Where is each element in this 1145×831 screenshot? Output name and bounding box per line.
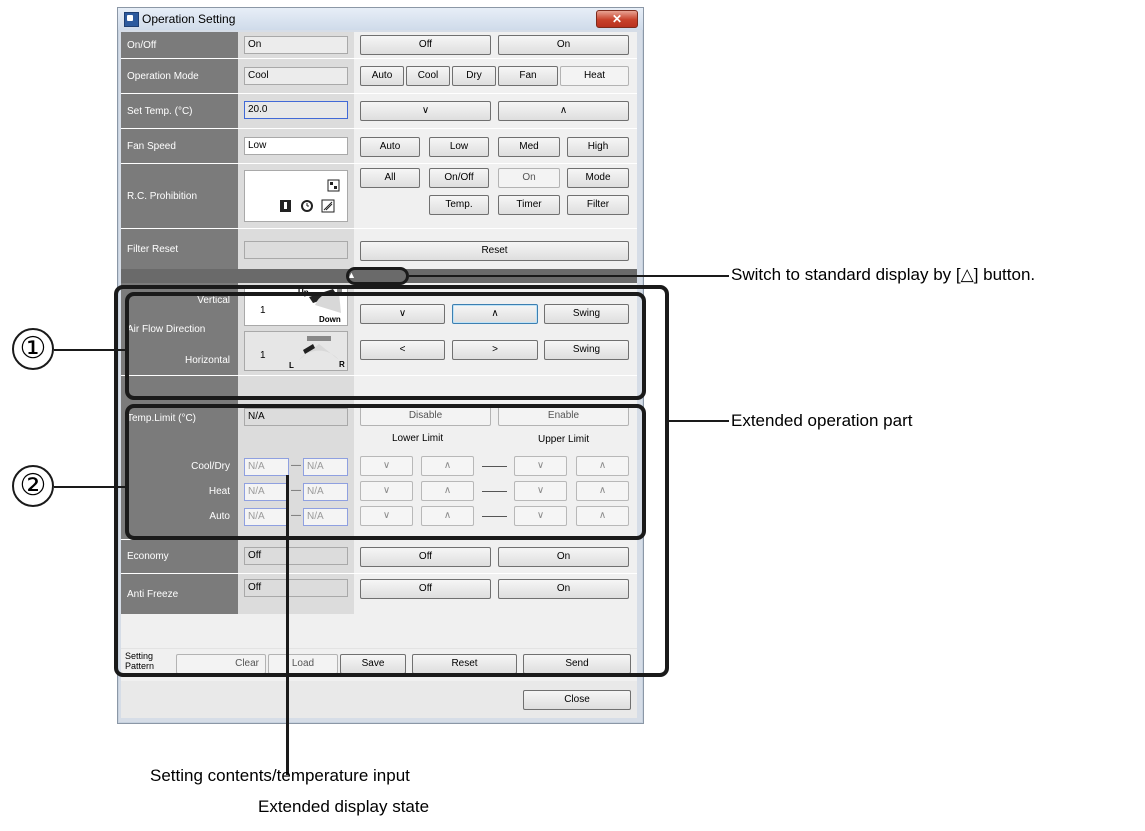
rcp-all-button[interactable]: All xyxy=(360,168,420,188)
filter-value xyxy=(244,241,348,259)
number-1-badge: ① xyxy=(12,328,54,370)
extended-part-annotation: Extended operation part xyxy=(731,411,913,430)
rcp-mode-button[interactable]: Mode xyxy=(567,168,629,188)
rcp-icon-panel xyxy=(244,170,348,222)
settemp-value[interactable]: 20.0 xyxy=(244,101,348,119)
rcp-label: R.C. Prohibition xyxy=(121,164,238,228)
rcp-filter-button[interactable]: Filter xyxy=(567,195,629,215)
filter-reset-button[interactable]: Reset xyxy=(360,241,629,261)
filter-buttons: Reset xyxy=(354,229,637,269)
mode-cool-button[interactable]: Cool xyxy=(406,66,450,86)
close-button[interactable]: Close xyxy=(523,690,631,710)
temp-down-button[interactable]: ∨ xyxy=(360,101,491,121)
arrow-highlight xyxy=(346,267,409,285)
rcp-value-cell xyxy=(238,164,354,228)
number-2-badge: ② xyxy=(12,465,54,507)
onoff-off-button[interactable]: Off xyxy=(360,35,491,55)
templimit-frame xyxy=(125,404,646,540)
rcp-buttons: All On/Off On Mode Temp. Timer Filter xyxy=(354,164,637,228)
title-bar[interactable]: Operation Setting ✕ xyxy=(118,8,643,30)
temp-up-button[interactable]: ∧ xyxy=(498,101,629,121)
settemp-label: Set Temp. (°C) xyxy=(121,94,238,128)
settemp-value-cell: 20.0 xyxy=(238,94,354,128)
rcp-temp-button[interactable]: Temp. xyxy=(429,195,489,215)
fan-high-button[interactable]: High xyxy=(567,137,629,157)
fan-value-cell: Low xyxy=(238,129,354,163)
fan-med-button[interactable]: Med xyxy=(498,137,560,157)
settemp-buttons: ∨ ∧ xyxy=(354,94,637,128)
mode-lock-icon xyxy=(327,179,340,192)
mode-value-cell: Cool xyxy=(238,59,354,93)
onoff-buttons: Off On xyxy=(354,32,637,58)
mode-label: Operation Mode xyxy=(121,59,238,93)
mode-buttons: Auto Cool Dry Fan Heat xyxy=(354,59,637,93)
filter-value-cell xyxy=(238,229,354,269)
rcp-on-button[interactable]: On xyxy=(498,168,560,188)
fan-label: Fan Speed xyxy=(121,129,238,163)
onoff-label: On/Off xyxy=(121,32,238,58)
extended-state-caption: Extended display state xyxy=(258,797,430,816)
rcp-icons xyxy=(280,179,340,213)
mode-dry-button[interactable]: Dry xyxy=(452,66,496,86)
mode-heat-button[interactable]: Heat xyxy=(560,66,629,86)
num2-line xyxy=(54,486,126,488)
onoff-value-cell: On xyxy=(238,32,354,58)
extended-callout-line xyxy=(669,420,729,422)
setting-contents-annotation: Setting contents/temperature input xyxy=(150,766,410,785)
mode-fan-button[interactable]: Fan xyxy=(498,66,558,86)
fan-value: Low xyxy=(244,137,348,155)
window-close-icon[interactable]: ✕ xyxy=(596,10,638,28)
mode-value: Cool xyxy=(244,67,348,85)
switch-callout-line xyxy=(409,275,729,277)
rcp-timer-button[interactable]: Timer xyxy=(498,195,560,215)
app-icon xyxy=(124,12,139,27)
rcp-onoff-button[interactable]: On/Off xyxy=(429,168,489,188)
airflow-frame xyxy=(125,292,646,400)
onoff-value: On xyxy=(244,36,348,54)
switch-annotation: Switch to standard display by [△] button… xyxy=(731,265,1036,284)
mode-auto-button[interactable]: Auto xyxy=(360,66,404,86)
fan-low-button[interactable]: Low xyxy=(429,137,489,157)
fan-auto-button[interactable]: Auto xyxy=(360,137,420,157)
fan-buttons: Auto Low Med High xyxy=(354,129,637,163)
setting-callout-line xyxy=(286,475,289,775)
onoff-on-button[interactable]: On xyxy=(498,35,629,55)
num1-line xyxy=(54,349,126,351)
filter-label: Filter Reset xyxy=(121,229,238,269)
footer: Close xyxy=(121,681,637,718)
window-title: Operation Setting xyxy=(142,12,236,26)
